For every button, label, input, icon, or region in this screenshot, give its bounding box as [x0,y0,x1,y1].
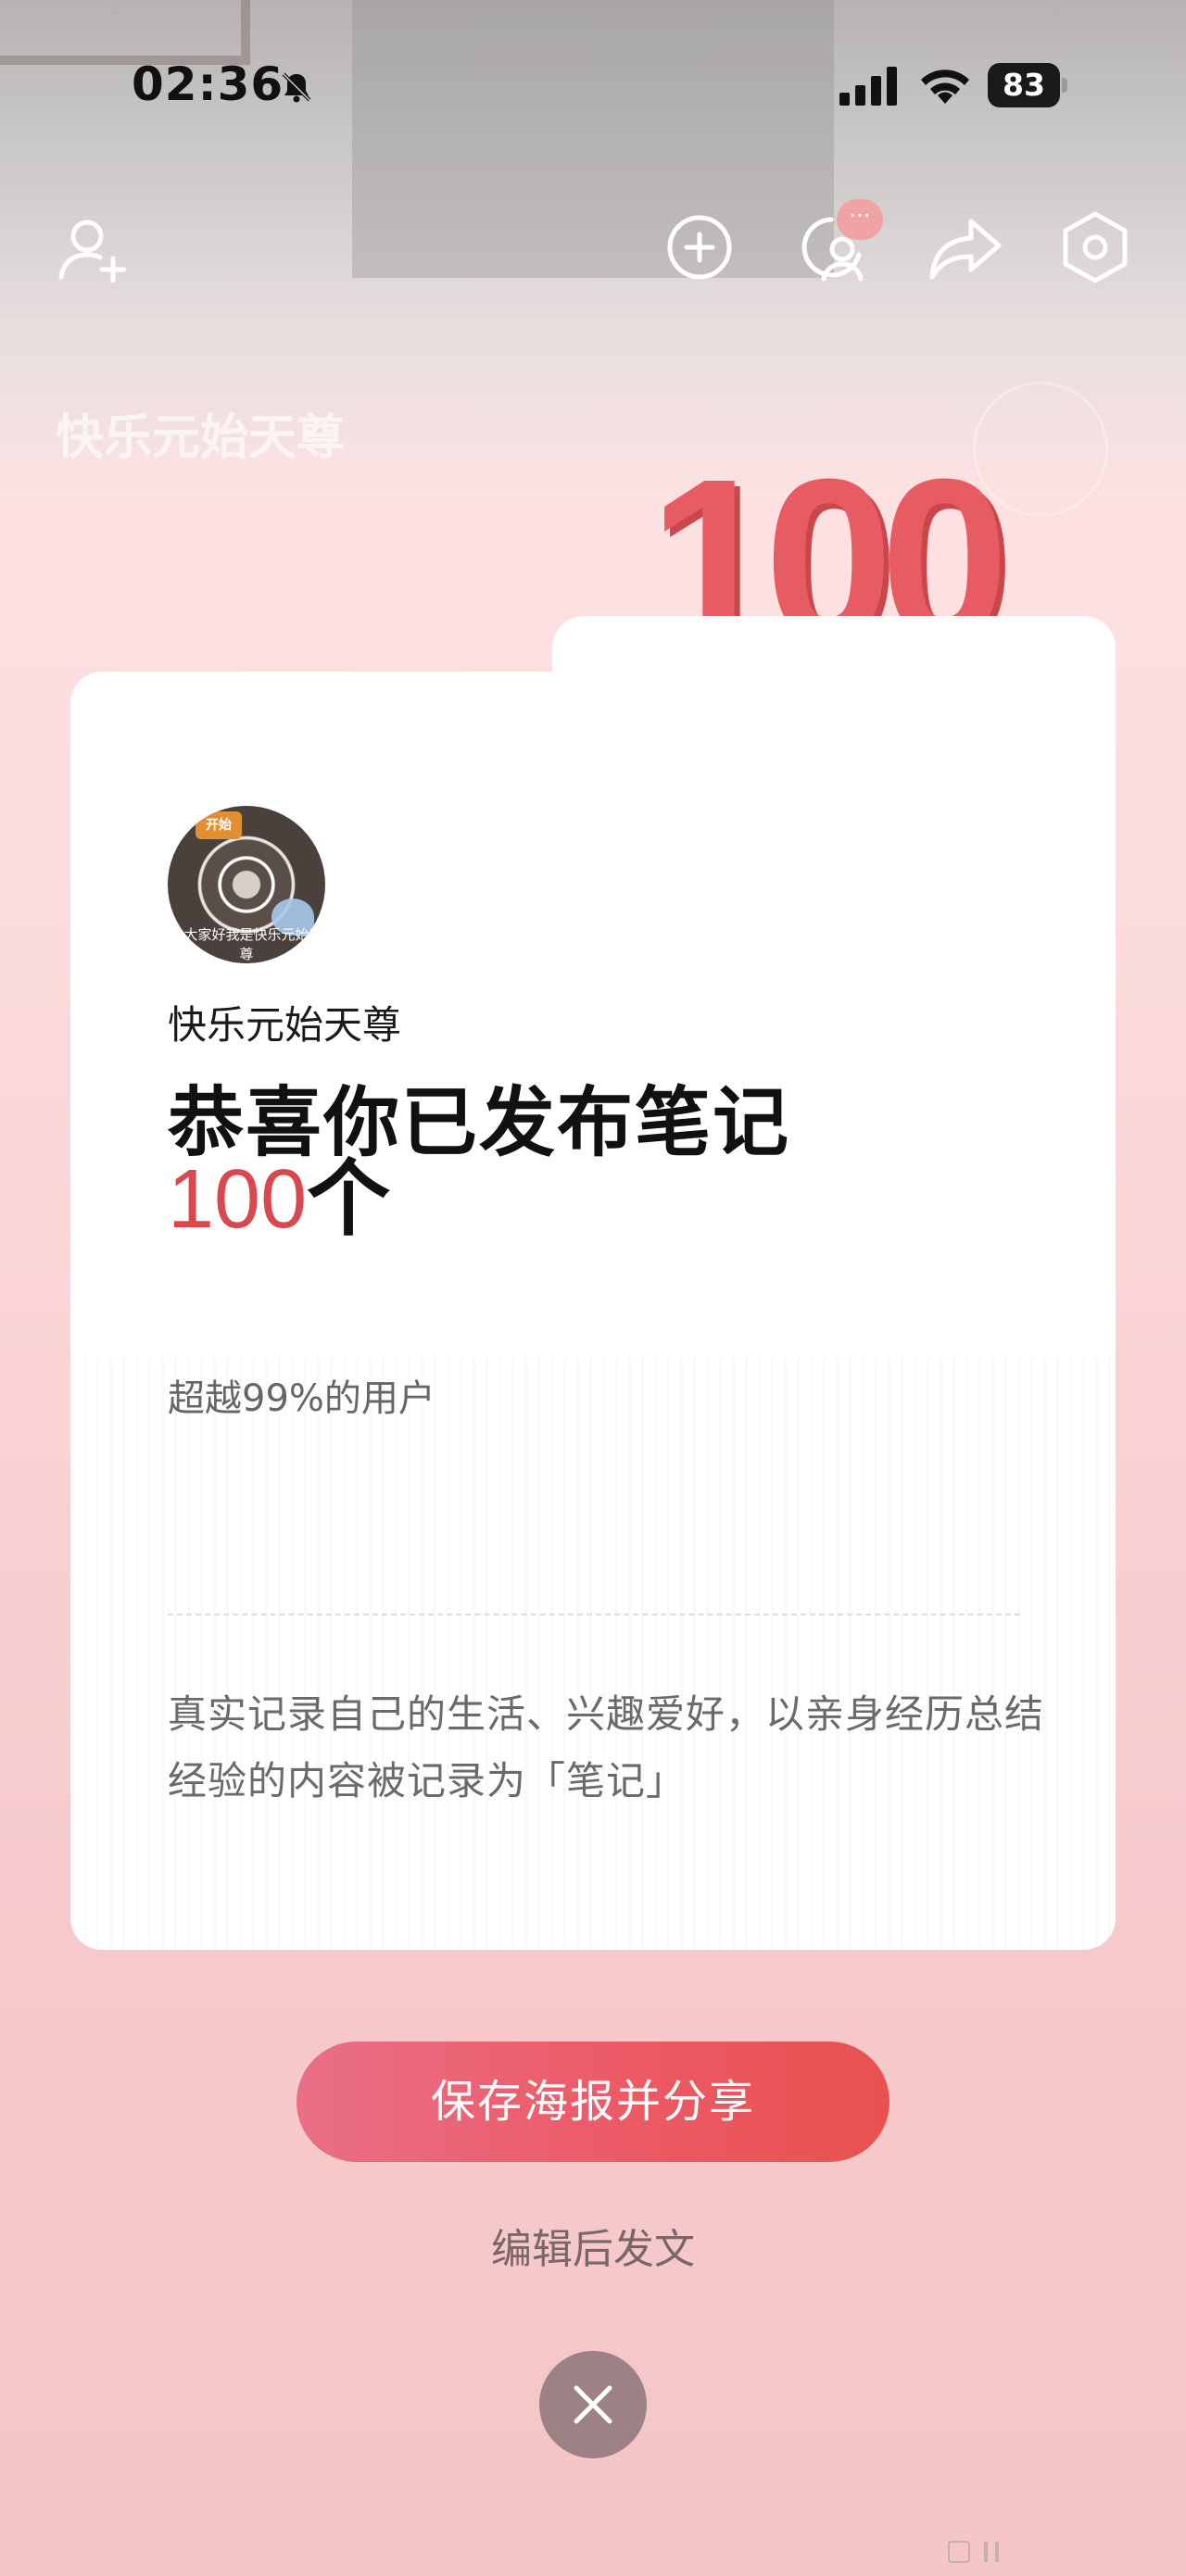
settings-icon[interactable] [1056,208,1134,286]
card-divider [168,1614,1020,1615]
edit-then-post-link[interactable]: 编辑后发文 [0,2216,1186,2275]
bell-off-icon [282,72,311,103]
add-friend-icon[interactable] [54,208,132,286]
close-icon [574,2385,612,2424]
plus-circle-icon[interactable] [661,208,738,286]
card-texture [70,1357,1116,1950]
note-count: 100个 [168,1150,391,1248]
visitors-badge: ··· [837,199,883,240]
top-action-bar: ··· [0,199,1186,292]
status-time: 02:36 [132,57,284,111]
status-bar: 02:36 83 [0,0,1186,171]
note-count-number: 100 [168,1153,308,1246]
battery-nub [1062,78,1067,93]
avatar-tag: 开始 [196,811,242,839]
note-count-unit: 个 [307,1150,391,1248]
signal-icon [839,67,897,106]
card-tab [552,616,1116,727]
battery-icon: 83 [988,63,1071,109]
milestone-card: 开始 @大家好我是快乐元始天尊 快乐元始天尊 恭喜你已发布笔记 100个 超越9… [70,616,1116,1950]
wifi-icon [921,69,969,104]
share-icon[interactable] [927,208,1004,286]
close-button[interactable] [539,2351,647,2458]
percentile-text: 超越99%的用户 [168,1377,435,1420]
save-poster-share-button[interactable]: 保存海报并分享 [296,2042,890,2162]
avatar-caption: @大家好我是快乐元始天尊 [170,926,323,962]
avatar: 开始 @大家好我是快乐元始天尊 [168,806,325,963]
background-profile-name: 快乐元始天尊 [56,410,346,466]
note-definition: 真实记录自己的生活、兴趣爱好，以亲身经历总结经验的内容被记录为「笔记」 [168,1691,1045,1803]
profile-visitors-button[interactable]: ··· [794,199,887,292]
card-username: 快乐元始天尊 [168,1002,402,1048]
home-indicator-icon [948,2541,999,2563]
battery-level: 83 [988,63,1060,107]
